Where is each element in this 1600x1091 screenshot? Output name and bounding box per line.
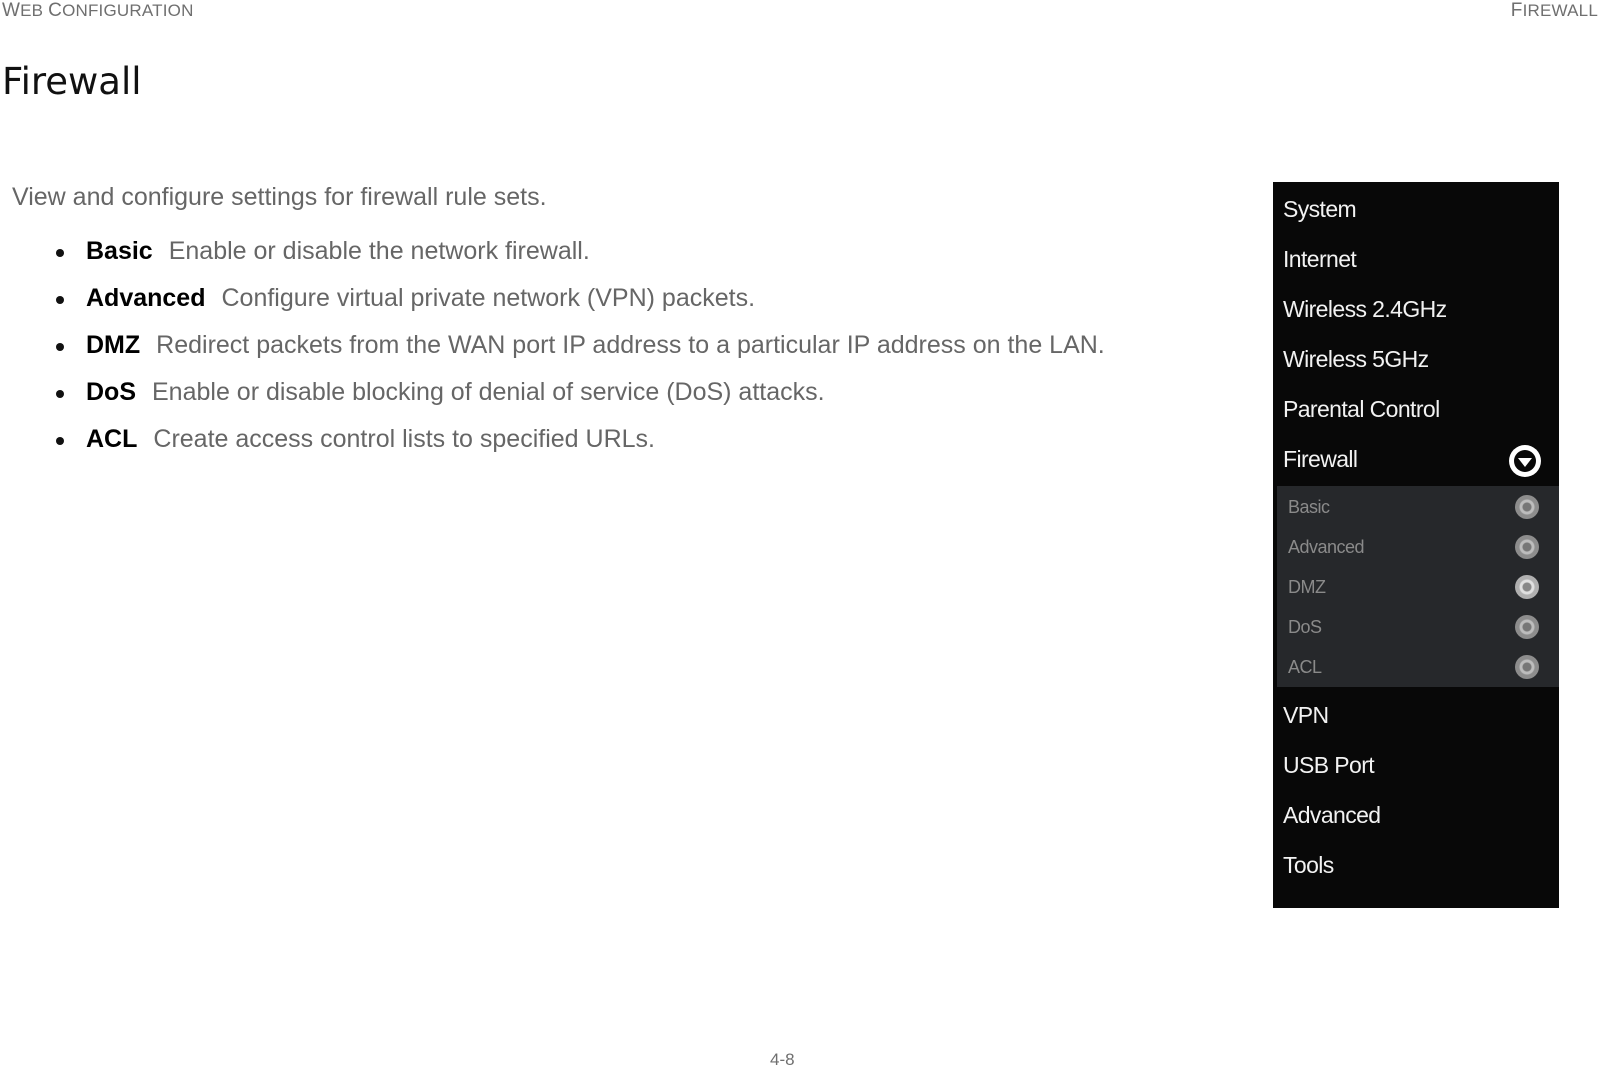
submenu-item-advanced[interactable]: Advanced bbox=[1288, 537, 1365, 558]
radio-icon[interactable] bbox=[1515, 495, 1539, 519]
expand-chevron-icon[interactable] bbox=[1509, 445, 1541, 477]
radio-selected-icon[interactable] bbox=[1515, 575, 1539, 599]
firewall-submenu: Basic Advanced DMZ DoS ACL bbox=[1277, 486, 1559, 687]
bullet-icon bbox=[56, 389, 64, 398]
list-item: DMZ Redirect packets from the WAN port IP… bbox=[56, 322, 1105, 369]
menu-item-internet[interactable]: Internet bbox=[1283, 246, 1357, 273]
page-number: 4-8 bbox=[770, 1050, 795, 1069]
term: Advanced bbox=[86, 284, 206, 312]
description: Enable or disable blocking of denial of … bbox=[152, 378, 825, 406]
description: Redirect packets from the WAN port IP ad… bbox=[156, 331, 1105, 359]
intro-text: View and configure settings for firewall… bbox=[12, 183, 547, 211]
submenu-item-acl[interactable]: ACL bbox=[1288, 657, 1322, 678]
router-nav-menu-screenshot: System Internet Wireless 2.4GHz Wireless… bbox=[1273, 182, 1559, 908]
menu-item-usb-port[interactable]: USB Port bbox=[1283, 752, 1375, 779]
list-item: ACL Create access control lists to specif… bbox=[56, 416, 1105, 463]
menu-item-wireless-24ghz[interactable]: Wireless 2.4GHz bbox=[1283, 296, 1447, 323]
bullet-icon bbox=[56, 295, 64, 304]
submenu-item-dmz[interactable]: DMZ bbox=[1288, 577, 1326, 598]
bullet-icon bbox=[56, 248, 64, 257]
submenu-item-dos[interactable]: DoS bbox=[1288, 617, 1322, 638]
menu-item-system[interactable]: System bbox=[1283, 196, 1357, 223]
menu-item-parental-control[interactable]: Parental Control bbox=[1283, 396, 1440, 423]
list-item: Advanced Configure virtual private networ… bbox=[56, 275, 1105, 322]
page-title: Firewall bbox=[2, 60, 142, 103]
bullet-icon bbox=[56, 436, 64, 445]
list-item: DoS Enable or disable blocking of denial … bbox=[56, 369, 1105, 416]
radio-icon[interactable] bbox=[1515, 615, 1539, 639]
description: Configure virtual private network (VPN) … bbox=[221, 284, 756, 312]
bullet-icon bbox=[56, 342, 64, 351]
term: ACL bbox=[86, 425, 138, 453]
feature-list: Basic Enable or disable the network firew… bbox=[56, 228, 1105, 463]
radio-icon[interactable] bbox=[1515, 535, 1539, 559]
menu-item-advanced[interactable]: Advanced bbox=[1283, 802, 1381, 829]
submenu-item-basic[interactable]: Basic bbox=[1288, 497, 1330, 518]
list-item: Basic Enable or disable the network firew… bbox=[56, 228, 1105, 275]
running-header-topic: FIREWALL bbox=[1510, 0, 1598, 21]
menu-item-tools[interactable]: Tools bbox=[1283, 852, 1334, 879]
description: Create access control lists to specified… bbox=[153, 425, 655, 453]
description: Enable or disable the network firewall. bbox=[168, 237, 590, 265]
term: Basic bbox=[86, 237, 153, 265]
running-header-section: WEB CONFIGURATION bbox=[2, 0, 194, 21]
term: DoS bbox=[86, 378, 136, 406]
menu-item-firewall[interactable]: Firewall bbox=[1283, 446, 1358, 473]
term: DMZ bbox=[86, 331, 141, 359]
radio-icon[interactable] bbox=[1515, 655, 1539, 679]
menu-item-vpn[interactable]: VPN bbox=[1283, 702, 1329, 729]
menu-item-wireless-5ghz[interactable]: Wireless 5GHz bbox=[1283, 346, 1429, 373]
